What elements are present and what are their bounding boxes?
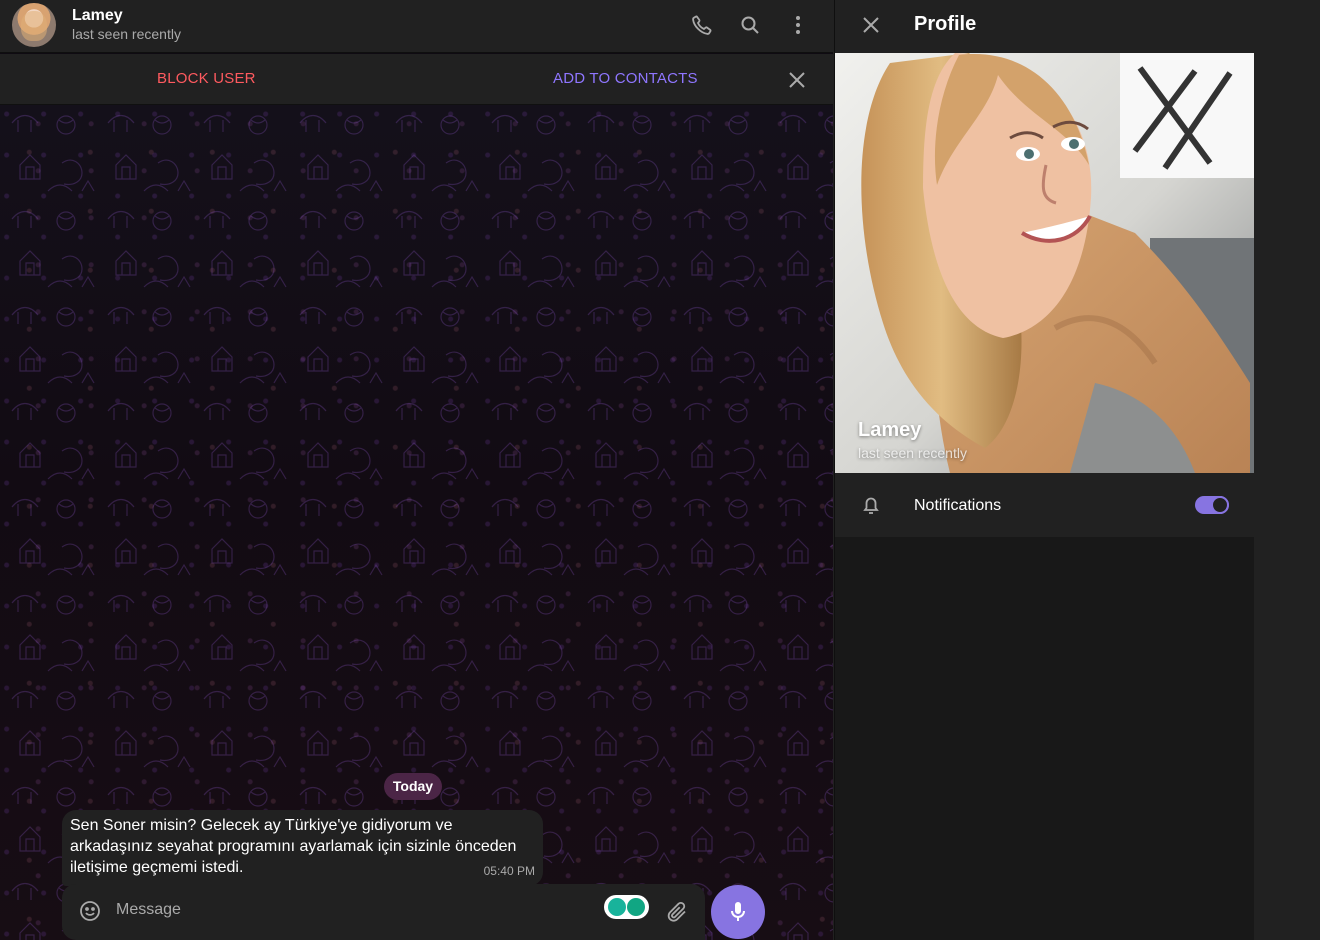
profile-title: Profile: [914, 13, 977, 35]
grammar-extension-icon[interactable]: [604, 895, 649, 919]
profile-name: Lamey: [858, 419, 922, 441]
block-user-button[interactable]: BLOCK USER: [157, 70, 256, 87]
chat-panel: Lamey last seen recently BLOCK USER ADD …: [0, 0, 833, 940]
toggle-knob: [1211, 496, 1229, 514]
search-icon[interactable]: [738, 13, 762, 37]
attachment-icon[interactable]: [665, 900, 689, 924]
more-vertical-icon[interactable]: [786, 13, 810, 37]
profile-header: Profile: [835, 0, 1255, 53]
message-composer[interactable]: [62, 884, 705, 940]
phone-icon[interactable]: [690, 13, 714, 37]
notifications-label: Notifications: [914, 497, 1002, 514]
message-input[interactable]: [116, 901, 536, 919]
extension-status-icon: [608, 898, 626, 916]
message-time: 05:40 PM: [483, 864, 535, 878]
peer-name[interactable]: Lamey: [72, 7, 123, 25]
add-to-contacts-button[interactable]: ADD TO CONTACTS: [553, 70, 698, 87]
emoji-icon[interactable]: [78, 899, 102, 923]
peer-status: last seen recently: [72, 26, 181, 42]
message-text: Sen Soner misin? Gelecek ay Türkiye'ye g…: [70, 817, 517, 876]
microphone-icon[interactable]: [711, 885, 765, 939]
notifications-row[interactable]: Notifications: [835, 473, 1255, 537]
close-icon[interactable]: [859, 13, 883, 37]
date-separator: Today: [384, 773, 442, 800]
unknown-contact-action-bar: BLOCK USER ADD TO CONTACTS: [0, 54, 833, 105]
notifications-toggle[interactable]: [1195, 496, 1229, 514]
profile-photo-image: [835, 53, 1255, 473]
profile-photo[interactable]: Lamey last seen recently: [835, 53, 1255, 473]
bell-icon: [859, 493, 883, 517]
profile-status: last seen recently: [858, 445, 967, 461]
chat-header[interactable]: Lamey last seen recently: [0, 0, 833, 53]
incoming-message-bubble[interactable]: Sen Soner misin? Gelecek ay Türkiye'ye g…: [62, 810, 543, 886]
peer-avatar[interactable]: [12, 3, 56, 47]
telegram-web-app: Lamey last seen recently BLOCK USER ADD …: [0, 0, 1320, 940]
right-edge-panel: [1254, 0, 1320, 940]
grammar-icon: [627, 898, 645, 916]
close-icon[interactable]: [785, 68, 809, 92]
profile-panel: Profile Lamey last seen recently Notific…: [834, 0, 1255, 940]
